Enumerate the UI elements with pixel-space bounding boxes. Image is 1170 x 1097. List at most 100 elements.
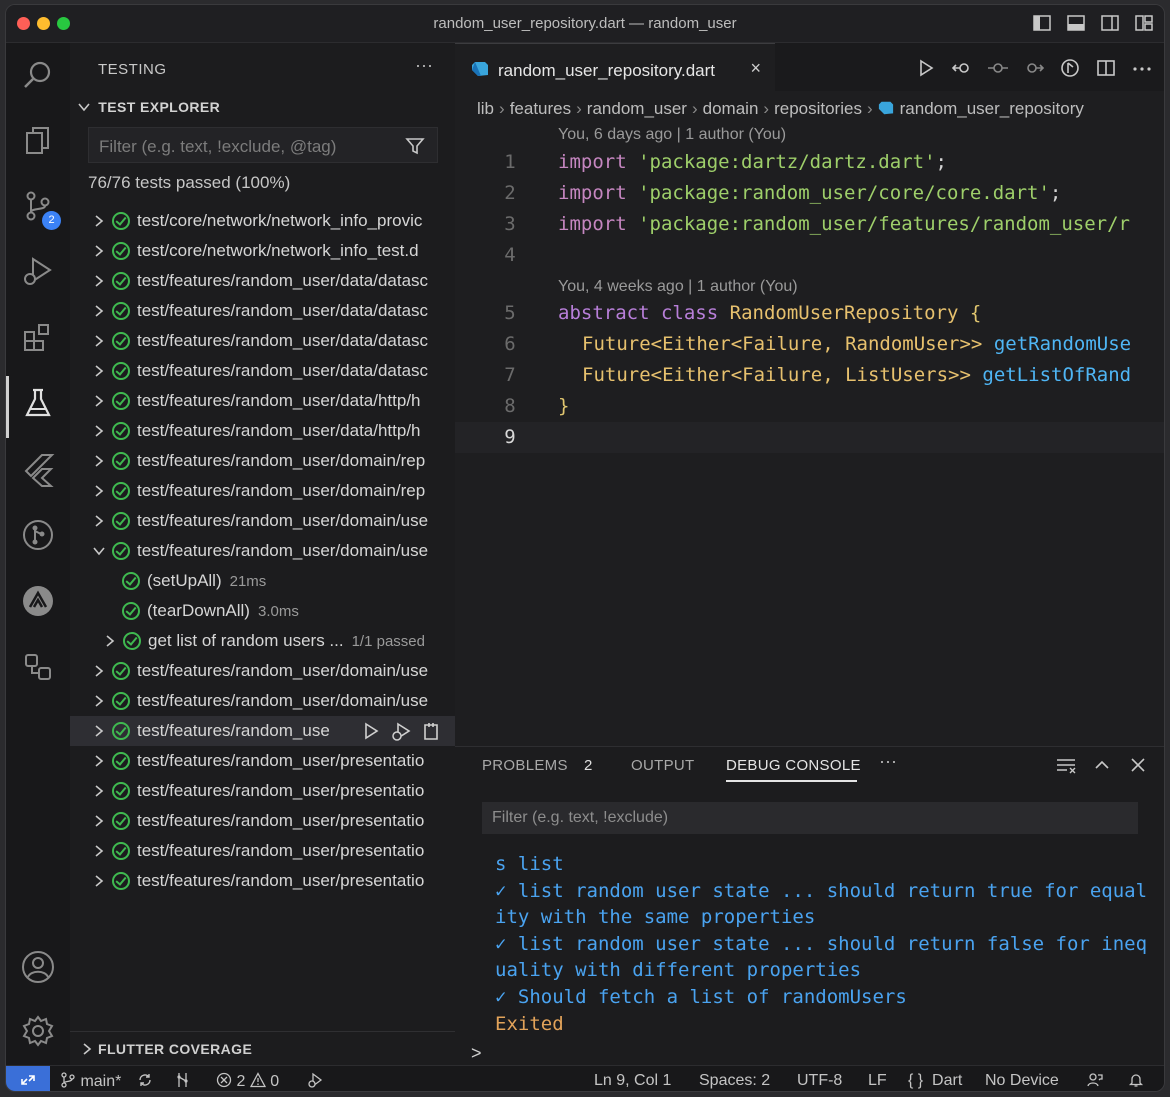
breadcrumb-item[interactable]: random_user_repository (900, 99, 1084, 118)
chevron-right-icon[interactable] (92, 874, 106, 888)
test-filter-input[interactable]: Filter (e.g. text, !exclude, @tag) (88, 127, 438, 163)
pull-requests-icon[interactable] (20, 649, 56, 685)
feedback-icon[interactable] (1087, 1072, 1103, 1091)
flutter-coverage-section[interactable]: FLUTTER COVERAGE (70, 1031, 455, 1065)
chevron-right-icon[interactable] (92, 754, 106, 768)
test-tree-row[interactable]: test/features/random_user/domain/use (70, 506, 455, 536)
chevron-right-icon[interactable] (92, 424, 106, 438)
accounts-icon[interactable] (20, 949, 56, 985)
tab-problems[interactable]: PROBLEMS (482, 757, 568, 774)
flutter-icon[interactable] (20, 451, 56, 487)
breadcrumb-item[interactable]: lib (477, 99, 494, 118)
chevron-right-icon[interactable] (92, 814, 106, 828)
chevron-right-icon[interactable] (92, 274, 106, 288)
chevron-down-icon[interactable] (92, 544, 106, 558)
extensions-icon[interactable] (20, 319, 56, 355)
breadcrumb-item[interactable]: features (510, 99, 571, 118)
sidebar-more-actions-icon[interactable]: ··· (415, 55, 433, 76)
settings-gear-icon[interactable] (20, 1013, 56, 1049)
toggle-primary-sidebar-icon[interactable] (1032, 13, 1052, 33)
search-icon[interactable] (20, 57, 56, 93)
test-tree-row[interactable]: (tearDownAll) 3.0ms (70, 596, 455, 626)
test-tree-row[interactable]: test/core/network/network_info_provic (70, 206, 455, 236)
chevron-right-icon[interactable] (92, 364, 106, 378)
remote-indicator-button[interactable] (6, 1066, 50, 1091)
chevron-right-icon[interactable] (92, 784, 106, 798)
close-tab-icon[interactable]: × (750, 58, 761, 79)
testing-flask-icon[interactable] (20, 385, 56, 421)
editor-more-actions-icon[interactable] (1132, 58, 1152, 78)
chevron-right-icon[interactable] (92, 304, 106, 318)
git-graph-status-icon[interactable] (175, 1072, 191, 1091)
toggle-panel-icon[interactable] (1066, 13, 1086, 33)
chevron-right-icon[interactable] (92, 394, 106, 408)
breadcrumb-item[interactable]: domain (703, 99, 759, 118)
chevron-right-icon[interactable] (92, 454, 106, 468)
breadcrumb-item[interactable]: repositories (774, 99, 862, 118)
test-tree-row[interactable]: test/features/random_user/data/datasc (70, 266, 455, 296)
chevron-right-icon[interactable] (92, 514, 106, 528)
clear-console-icon[interactable] (1056, 755, 1076, 775)
test-tree-row[interactable]: test/features/random_user/data/http/h (70, 386, 455, 416)
git-graph-icon[interactable] (20, 517, 56, 553)
test-tree-row[interactable]: test/features/random_user/presentatio (70, 746, 455, 776)
git-blame-annotation[interactable]: You, 4 weeks ago | 1 author (You) (558, 278, 798, 296)
debug-test-icon[interactable] (391, 721, 411, 741)
panel-more-icon[interactable]: ··· (879, 751, 897, 772)
branch-status[interactable]: main* (60, 1072, 121, 1091)
test-tree-row[interactable]: test/features/random_user/domain/use (70, 686, 455, 716)
run-file-icon[interactable] (916, 58, 936, 78)
tab-random-user-repository[interactable]: random_user_repository.dart × (455, 43, 775, 91)
split-editor-icon[interactable] (1096, 58, 1116, 78)
go-forward-icon[interactable] (1024, 58, 1045, 78)
explorer-files-icon[interactable] (20, 123, 56, 159)
test-tree-row[interactable]: test/features/random_user/presentatio (70, 866, 455, 896)
console-filter-input[interactable]: Filter (e.g. text, !exclude) (482, 802, 1138, 834)
go-to-test-icon[interactable] (421, 721, 441, 741)
chevron-right-icon[interactable] (92, 244, 106, 258)
tab-debug-console[interactable]: DEBUG CONSOLE (726, 757, 861, 774)
git-commit-icon[interactable] (988, 58, 1008, 78)
go-back-icon[interactable] (951, 58, 972, 78)
test-tree-row[interactable]: test/features/random_user/domain/rep (70, 476, 455, 506)
test-tree-row[interactable]: (setUpAll) 21ms (70, 566, 455, 596)
test-tree-row[interactable]: test/features/random_user/domain/rep (70, 446, 455, 476)
test-tree-row[interactable]: test/features/random_user/domain/use (70, 536, 455, 566)
test-tree-row[interactable]: test/features/random_user/presentatio (70, 806, 455, 836)
run-test-icon[interactable] (361, 721, 381, 741)
test-tree-row[interactable]: test/features/random_use (70, 716, 455, 746)
encoding-status[interactable]: UTF-8 (797, 1072, 842, 1090)
chevron-right-icon[interactable] (103, 634, 117, 648)
chevron-right-icon[interactable] (92, 724, 106, 738)
git-blame-annotation[interactable]: You, 6 days ago | 1 author (You) (558, 126, 786, 144)
filter-funnel-icon[interactable] (405, 136, 425, 156)
problems-status[interactable]: 2 0 (216, 1072, 279, 1091)
language-status[interactable]: { } Dart (908, 1072, 962, 1090)
customize-layout-icon[interactable] (1134, 13, 1154, 33)
cursor-position[interactable]: Ln 9, Col 1 (594, 1072, 671, 1090)
eol-status[interactable]: LF (868, 1072, 887, 1090)
debug-status-icon[interactable] (307, 1072, 323, 1091)
test-explorer-header[interactable]: TEST EXPLORER (78, 99, 220, 115)
tab-output[interactable]: OUTPUT (631, 757, 694, 774)
chevron-right-icon[interactable] (92, 694, 106, 708)
sync-icon[interactable] (137, 1072, 153, 1091)
close-panel-icon[interactable] (1128, 755, 1148, 775)
chevron-right-icon[interactable] (92, 484, 106, 498)
test-tree-row[interactable]: test/core/network/network_info_test.d (70, 236, 455, 266)
run-and-debug-icon[interactable] (20, 253, 56, 289)
toggle-secondary-sidebar-icon[interactable] (1100, 13, 1120, 33)
chevron-right-icon[interactable] (92, 334, 106, 348)
open-changes-icon[interactable] (1060, 58, 1080, 78)
test-tree-row[interactable]: test/features/random_user/data/http/h (70, 416, 455, 446)
breadcrumb-item[interactable]: random_user (587, 99, 687, 118)
chevron-right-icon[interactable] (92, 214, 106, 228)
test-tree-row[interactable]: get list of random users ... 1/1 passed (70, 626, 455, 656)
test-tree-row[interactable]: test/features/random_user/domain/use (70, 656, 455, 686)
test-tree-row[interactable]: test/features/random_user/data/datasc (70, 296, 455, 326)
test-tree-row[interactable]: test/features/random_user/presentatio (70, 836, 455, 866)
indentation-status[interactable]: Spaces: 2 (699, 1072, 770, 1090)
test-tree-row[interactable]: test/features/random_user/data/datasc (70, 356, 455, 386)
notifications-bell-icon[interactable] (1128, 1072, 1144, 1091)
chevron-right-icon[interactable] (92, 664, 106, 678)
